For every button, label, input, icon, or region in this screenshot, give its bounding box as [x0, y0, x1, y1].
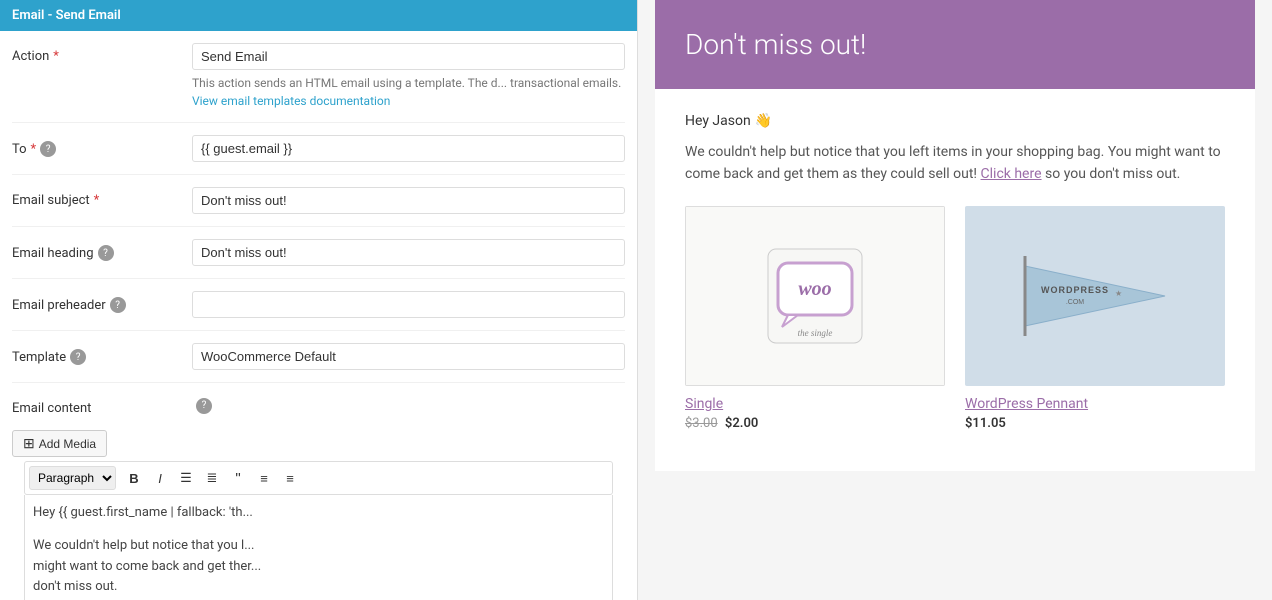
to-control — [192, 135, 625, 162]
unordered-list-button[interactable]: ☰ — [174, 466, 198, 490]
action-label: Action * — [12, 43, 192, 64]
heading-info-icon[interactable]: ? — [98, 245, 114, 261]
form-row-action: Action * This action sends an HTML email… — [12, 31, 625, 123]
template-info-icon[interactable]: ? — [70, 349, 86, 365]
bold-button[interactable]: B — [122, 466, 146, 490]
svg-text:.COM: .COM — [1066, 299, 1084, 306]
required-star-to: * — [31, 142, 37, 157]
price-2: $11.05 — [965, 416, 1006, 431]
preheader-info-icon[interactable]: ? — [110, 297, 126, 313]
subject-input[interactable] — [192, 187, 625, 214]
subject-control — [192, 187, 625, 214]
email-banner-title: Don't miss out! — [685, 28, 1225, 61]
to-input[interactable] — [192, 135, 625, 162]
svg-text:WORDPRESS: WORDPRESS — [1041, 285, 1109, 295]
email-templates-link[interactable]: View email templates documentation — [192, 94, 390, 108]
editor-line2: We couldn't help but notice that you l..… — [33, 536, 604, 598]
form-area: Action * This action sends an HTML email… — [0, 31, 637, 600]
email-preview: Don't miss out! Hey Jason 👋 We couldn't … — [655, 0, 1255, 471]
form-row-template: Template ? — [12, 331, 625, 383]
preheader-input[interactable] — [192, 291, 625, 318]
wp-pennant-svg: WORDPRESS .COM ★ — [1015, 246, 1175, 346]
product-name-2[interactable]: WordPress Pennant — [965, 396, 1225, 412]
preheader-control — [192, 291, 625, 318]
product-card-1: woo the single Single $3.00 $2.00 — [685, 206, 945, 431]
product-price-1: $3.00 $2.00 — [685, 416, 945, 431]
products-grid: woo the single Single $3.00 $2.00 — [685, 206, 1225, 431]
subject-label: Email subject * — [12, 187, 192, 208]
template-input[interactable] — [192, 343, 625, 370]
product-card-2: WORDPRESS .COM ★ WordPress Pennant $11.0… — [965, 206, 1225, 431]
email-banner: Don't miss out! — [655, 0, 1255, 89]
product-image-1: woo the single — [685, 206, 945, 386]
template-label: Template ? — [12, 343, 192, 365]
action-description: This action sends an HTML email using a … — [192, 74, 625, 110]
wave-emoji: 👋 — [755, 113, 772, 129]
woo-logo-svg: woo the single — [760, 241, 870, 351]
form-row-subject: Email subject * — [12, 175, 625, 227]
toolbar-row: ⊞ Add Media — [12, 424, 625, 461]
click-here-link[interactable]: Click here — [981, 166, 1042, 182]
content-info-icon[interactable]: ? — [196, 398, 212, 414]
editor-content[interactable]: Hey {{ guest.first_name | fallback: 'th.… — [24, 495, 613, 600]
left-panel: Email - Send Email Action * This action … — [0, 0, 638, 600]
editor-line1: Hey {{ guest.first_name | fallback: 'th.… — [33, 503, 604, 524]
to-label: To * ? — [12, 135, 192, 157]
svg-text:the single: the single — [798, 328, 833, 338]
to-info-icon[interactable]: ? — [40, 141, 56, 157]
heading-label: Email heading ? — [12, 239, 192, 261]
price-new-1: $2.00 — [725, 416, 758, 431]
right-panel: Don't miss out! Hey Jason 👋 We couldn't … — [638, 0, 1272, 600]
email-body: Hey Jason 👋 We couldn't help but notice … — [655, 89, 1255, 471]
price-old-1: $3.00 — [685, 416, 718, 431]
product-price-2: $11.05 — [965, 416, 1225, 431]
product-name-1[interactable]: Single — [685, 396, 945, 412]
heading-control — [192, 239, 625, 266]
format-toolbar: Paragraph B I ☰ ≣ " ≡ ≡ — [24, 461, 613, 495]
svg-text:woo: woo — [798, 278, 831, 300]
ordered-list-button[interactable]: ≣ — [200, 466, 224, 490]
panel-title: Email - Send Email — [12, 8, 121, 23]
woo-badge: woo the single — [685, 206, 945, 386]
template-control — [192, 343, 625, 370]
product-image-2: WORDPRESS .COM ★ — [965, 206, 1225, 386]
content-label: Email content — [12, 395, 192, 416]
form-row-content: Email content ? ⊞ Add Media Paragraph B … — [12, 383, 625, 600]
required-star-subject: * — [94, 193, 100, 208]
heading-input[interactable] — [192, 239, 625, 266]
required-star: * — [53, 49, 59, 64]
form-row-to: To * ? — [12, 123, 625, 175]
action-input[interactable] — [192, 43, 625, 70]
align-center-button[interactable]: ≡ — [252, 466, 276, 490]
panel-header: Email - Send Email — [0, 0, 637, 31]
svg-text:★: ★ — [1115, 289, 1122, 298]
blockquote-button[interactable]: " — [226, 466, 250, 490]
add-media-button[interactable]: ⊞ Add Media — [12, 430, 107, 457]
paragraph-select[interactable]: Paragraph — [29, 466, 116, 490]
align-right-button[interactable]: ≡ — [278, 466, 302, 490]
form-row-heading: Email heading ? — [12, 227, 625, 279]
form-row-preheader: Email preheader ? — [12, 279, 625, 331]
add-media-icon: ⊞ — [23, 435, 35, 452]
preheader-label: Email preheader ? — [12, 291, 192, 313]
italic-button[interactable]: I — [148, 466, 172, 490]
email-body-text: We couldn't help but notice that you lef… — [685, 141, 1225, 186]
action-control: This action sends an HTML email using a … — [192, 43, 625, 110]
email-greeting: Hey Jason 👋 — [685, 113, 1225, 129]
wp-pennant: WORDPRESS .COM ★ — [965, 206, 1225, 386]
